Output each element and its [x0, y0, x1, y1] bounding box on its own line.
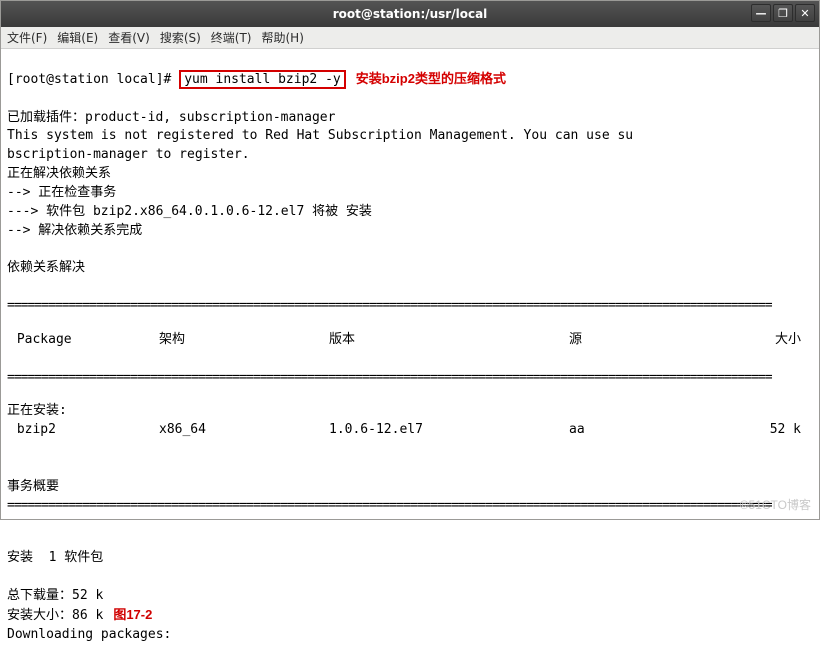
menubar: 文件(F) 编辑(E) 查看(V) 搜索(S) 终端(T) 帮助(H) [1, 27, 819, 49]
figure-label: 图17-2 [113, 607, 152, 622]
downloading-line: Downloading packages: [7, 627, 171, 642]
cell-arch: x86_64 [159, 421, 329, 440]
output-line: 依赖关系解决 [7, 260, 85, 275]
summary-title: 事务概要 [7, 479, 59, 494]
highlighted-command: yum install bzip2 -y [179, 70, 346, 89]
menu-search[interactable]: 搜索(S) [160, 29, 201, 46]
close-button[interactable]: ✕ [795, 4, 815, 22]
menu-file[interactable]: 文件(F) [7, 29, 47, 46]
separator: ========================================… [7, 369, 813, 384]
window-controls: — ❐ ✕ [751, 4, 815, 22]
terminal-output[interactable]: [root@station local]# yum install bzip2 … [1, 49, 819, 648]
table-row: bzip2 x86_64 1.0.6-12.el7 aa 52 k [7, 421, 813, 440]
col-size: 大小 [739, 331, 811, 350]
separator: ========================================… [7, 497, 813, 512]
shell-prompt: [root@station local]# [7, 72, 179, 87]
minimize-button[interactable]: — [751, 4, 771, 22]
output-line: 正在解决依赖关系 [7, 166, 111, 181]
menu-help[interactable]: 帮助(H) [262, 29, 304, 46]
menu-view[interactable]: 查看(V) [108, 29, 150, 46]
output-line: --> 解决依赖关系完成 [7, 223, 142, 238]
table-header: Package 架构 版本 源 大小 [7, 331, 813, 350]
cell-pkg: bzip2 [9, 421, 159, 440]
output-line: --> 正在检查事务 [7, 185, 116, 200]
cell-repo: aa [569, 421, 739, 440]
col-package: Package [9, 331, 159, 350]
cell-ver: 1.0.6-12.el7 [329, 421, 569, 440]
output-line: bscription-manager to register. [7, 147, 250, 162]
cell-size: 52 k [739, 421, 811, 440]
section-installing: 正在安装: [7, 403, 67, 418]
summary-install-count: 安装 1 软件包 [7, 550, 103, 565]
menu-terminal[interactable]: 终端(T) [211, 29, 252, 46]
window-titlebar: root@station:/usr/local — ❐ ✕ [1, 1, 819, 27]
col-version: 版本 [329, 331, 569, 350]
output-line: ---> 软件包 bzip2.x86_64.0.1.0.6-12.el7 将被 … [7, 204, 372, 219]
annotation-install: 安装bzip2类型的压缩格式 [356, 71, 506, 86]
output-line: This system is not registered to Red Hat… [7, 128, 633, 143]
maximize-button[interactable]: ❐ [773, 4, 793, 22]
summary-download-size: 总下载量：52 k [7, 588, 103, 603]
separator: ========================================… [7, 297, 813, 312]
col-arch: 架构 [159, 331, 329, 350]
col-repo: 源 [569, 331, 739, 350]
watermark: ©51CTO博客 [740, 496, 811, 513]
menu-edit[interactable]: 编辑(E) [57, 29, 98, 46]
output-line: 已加载插件：product-id, subscription-manager [7, 110, 335, 125]
window-title: root@station:/usr/local [333, 7, 488, 21]
summary-install-size: 安装大小：86 k [7, 608, 103, 623]
